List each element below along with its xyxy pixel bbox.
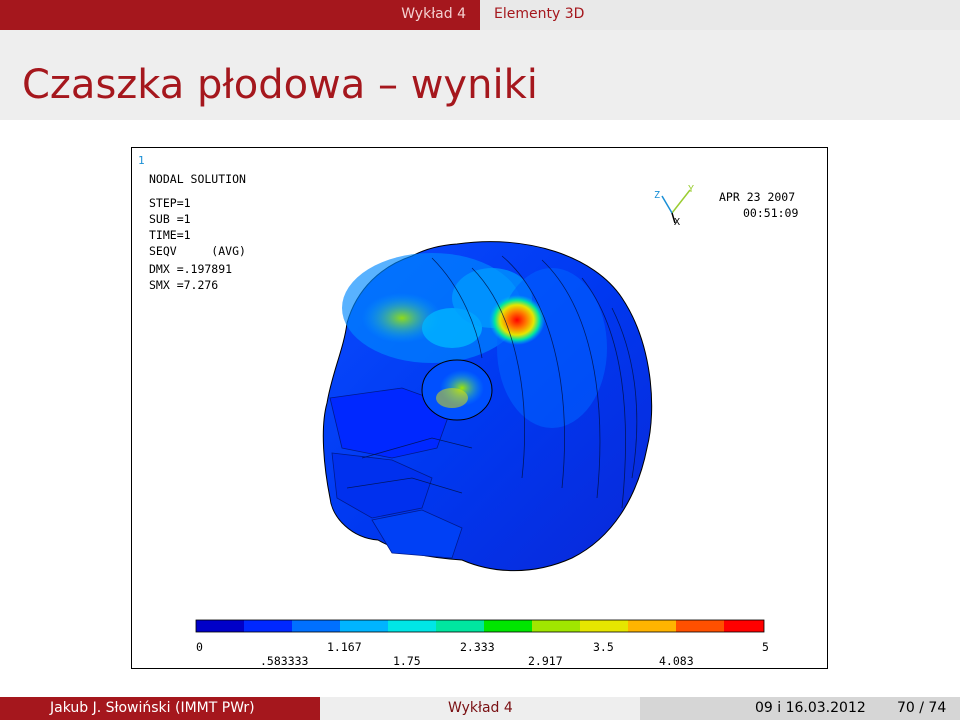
ansys-result-figure: 1 NODAL SOLUTION STEP=1 SUB =1 TIME=1 SE… <box>131 147 828 669</box>
legend-tick-8: 4.083 <box>659 654 694 668</box>
axis-y-label: Y <box>688 184 694 195</box>
skull-model-render: Z Y X <box>195 184 765 633</box>
nav-section-link[interactable]: Wykład 4 <box>401 6 466 22</box>
legend-tick-6: 1.75 <box>393 654 421 668</box>
footer-talk-title: Wykład 4 <box>448 700 513 716</box>
nav-left-panel: Wykład 4 <box>0 0 480 30</box>
legend-tick-7: 2.917 <box>528 654 563 668</box>
footer-author: Jakub J. Słowiński (IMMT PWr) <box>50 700 255 716</box>
legend-tick-1: 1.167 <box>327 640 362 654</box>
axis-x-label: X <box>674 217 680 228</box>
footer-date: 09 i 16.03.2012 <box>755 700 866 716</box>
axis-z-label: Z <box>654 190 660 201</box>
nav-subsection-link[interactable]: Elementy 3D <box>494 6 584 22</box>
footer-bar: Jakub J. Słowiński (IMMT PWr) Wykład 4 0… <box>0 697 960 720</box>
legend-tick-0: 0 <box>196 640 203 654</box>
frame-title-bar: Czaszka płodowa – wyniki <box>0 30 960 120</box>
navigation-bar: Wykład 4 Elementy 3D <box>0 0 960 30</box>
nav-right-panel: Elementy 3D <box>480 0 960 30</box>
page-title: Czaszka płodowa – wyniki <box>22 62 538 108</box>
color-legend <box>195 619 765 633</box>
legend-tick-3: 3.5 <box>593 640 614 654</box>
legend-tick-5: .583333 <box>260 654 309 668</box>
page-number: 70 / 74 <box>897 700 947 716</box>
legend-tick-4: 5 <box>762 640 769 654</box>
legend-tick-2: 2.333 <box>460 640 495 654</box>
